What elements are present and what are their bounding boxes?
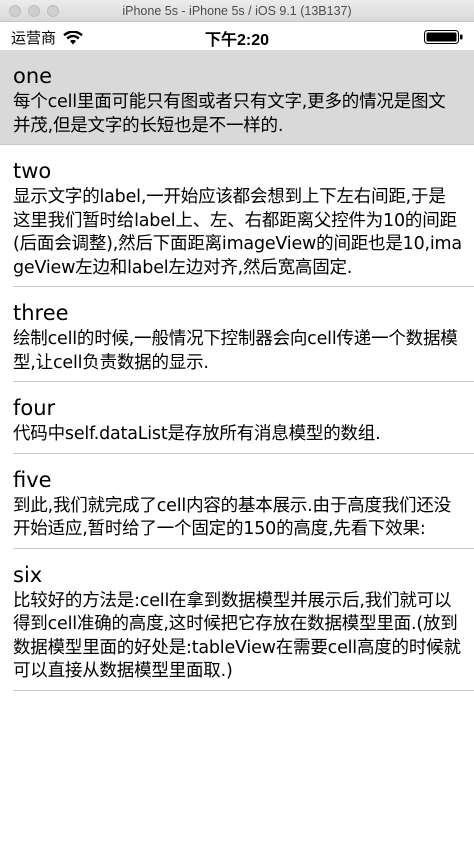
cell-body-text: 每个cell里面可能只有图或者只有文字,更多的情况是图文并茂,但是文字的长短也是… xyxy=(13,92,446,136)
cell-title: six xyxy=(13,562,43,587)
minimize-window-button[interactable] xyxy=(28,5,40,17)
table-row[interactable]: four 代码中self.dataList是存放所有消息模型的数组. xyxy=(13,382,474,454)
cell-body-text: 到此,我们就完成了cell内容的基本展示.由于高度我们还没开始适应,暂时给了一个… xyxy=(13,495,451,540)
cell-title: three xyxy=(13,301,69,325)
cell-body-text: 绘制cell的时候,一般情况下控制器会向cell传递一个数据模型,让cell负责… xyxy=(13,329,458,373)
table-row[interactable]: three 绘制cell的时候,一般情况下控制器会向cell传递一个数据模型,让c… xyxy=(13,287,474,382)
close-window-button[interactable] xyxy=(9,5,21,17)
cell-body-text: 显示文字的label,一开始应该都会想到上下左右间距,于是这里我们暂时给labe… xyxy=(13,187,462,278)
table-row[interactable]: five 到此,我们就完成了cell内容的基本展示.由于高度我们还没开始适应,暂时… xyxy=(13,454,474,549)
cell-title: two xyxy=(13,159,52,183)
table-row[interactable]: one 每个cell里面可能只有图或者只有文字,更多的情况是图文并茂,但是文字的长… xyxy=(0,50,474,145)
window-controls xyxy=(9,5,59,17)
cell-body-text: 代码中self.dataList是存放所有消息模型的数组. xyxy=(13,424,381,444)
cell-title: five xyxy=(13,467,52,492)
table-view[interactable]: one 每个cell里面可能只有图或者只有文字,更多的情况是图文并茂,但是文字的长… xyxy=(0,50,474,691)
cell-body-text: 比较好的方法是:cell在拿到数据模型并展示后,我们就可以得到cell准确的高度… xyxy=(13,590,461,682)
cell-title: four xyxy=(13,396,56,420)
simulator-titlebar: iPhone 5s - iPhone 5s / iOS 9.1 (13B137) xyxy=(0,0,474,22)
table-row[interactable]: two 显示文字的label,一开始应该都会想到上下左右间距,于是这里我们暂时给l… xyxy=(13,145,474,287)
cell-title: one xyxy=(13,64,53,88)
window-title: iPhone 5s - iPhone 5s / iOS 9.1 (13B137) xyxy=(122,4,352,18)
status-bar: 运营商 下午2:20 xyxy=(0,22,474,50)
table-row[interactable]: six 比较好的方法是:cell在拿到数据模型并展示后,我们就可以得到cell准确… xyxy=(13,549,474,691)
status-time: 下午2:20 xyxy=(204,32,270,49)
zoom-window-button[interactable] xyxy=(47,5,59,17)
battery-icon xyxy=(424,30,463,44)
